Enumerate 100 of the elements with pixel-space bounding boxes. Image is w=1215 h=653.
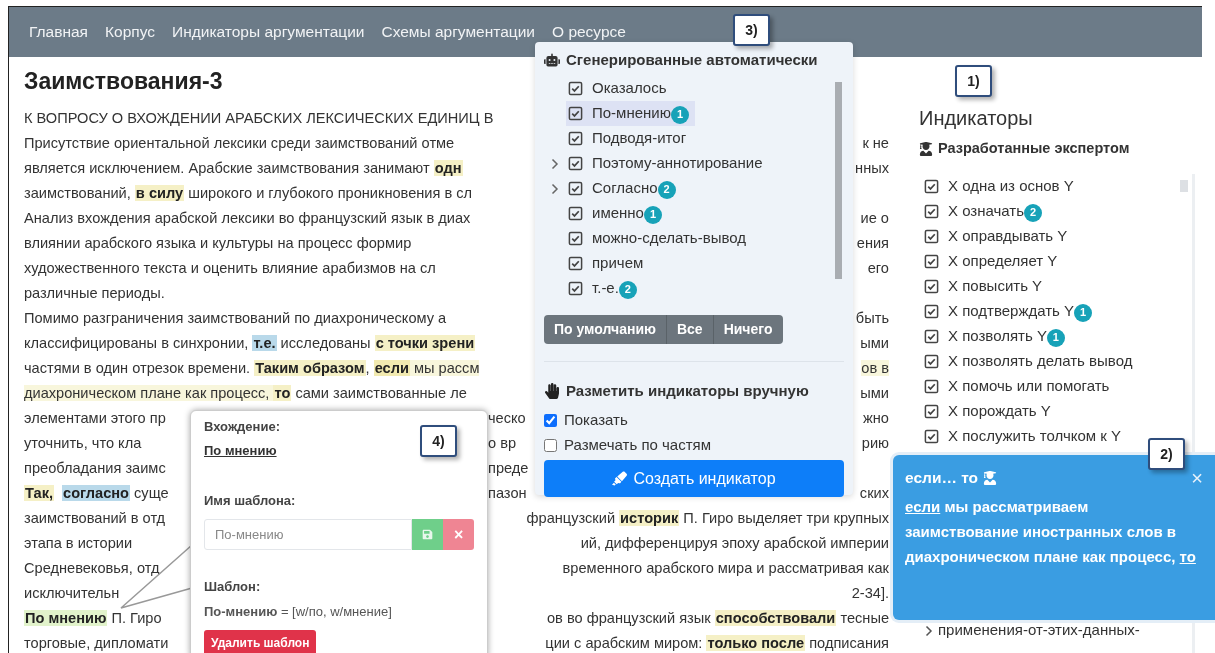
- popup-title: если… то: [905, 468, 979, 489]
- checked-checkbox-icon[interactable]: [568, 231, 583, 246]
- text-fragment: подписания: [808, 635, 889, 651]
- indicator-label[interactable]: Х позволять делать вывод: [948, 350, 1133, 373]
- indicator-label[interactable]: Х определяет Y: [948, 250, 1058, 273]
- template-text: По-мнению = [w/по, w/мнение]: [204, 603, 393, 620]
- highlighted-indicator[interactable]: то: [273, 385, 292, 401]
- indicator-option[interactable]: можно-сделать-вывод: [566, 226, 752, 251]
- highlighted-indicator[interactable]: т.е.: [252, 335, 277, 351]
- checked-checkbox-icon[interactable]: [924, 204, 939, 219]
- text-fragment: Присутствие ориентальной лексики среди заимствований отме: [24, 135, 455, 151]
- text-fragment: сами заимствованные ле: [294, 385, 467, 401]
- checked-checkbox-icon[interactable]: [568, 131, 583, 146]
- chevron-right-icon[interactable]: [925, 624, 933, 637]
- panel-heading: Сгенерированные автоматически: [566, 49, 818, 70]
- checked-checkbox-icon[interactable]: [924, 279, 939, 294]
- indicator-label[interactable]: Х порождать Y: [948, 400, 1051, 423]
- highlighted-indicator[interactable]: если: [373, 360, 410, 376]
- occurrence-link[interactable]: По мнению: [204, 441, 277, 459]
- text-fragment: К ВОПРОСУ О ВХОЖДЕНИИ АРАБСКИХ ЛЕКСИЧЕСКИХ ЕДИНИЦ В: [24, 110, 494, 126]
- text-fragment: быть: [855, 310, 889, 326]
- checkbox[interactable]: [544, 414, 557, 427]
- indicator-option[interactable]: именно 1: [566, 201, 668, 226]
- checked-checkbox-icon[interactable]: [568, 281, 583, 296]
- checked-checkbox-icon[interactable]: [924, 354, 939, 369]
- indicator-option[interactable]: По-мнению 1: [566, 101, 695, 126]
- indicator-label[interactable]: Х помочь или помогать: [948, 375, 1110, 398]
- text-fragment: ения: [856, 235, 889, 251]
- indicator-option[interactable]: т.-е. 2: [566, 276, 643, 301]
- hand-icon: [544, 383, 560, 399]
- checked-checkbox-icon[interactable]: [924, 379, 939, 394]
- indicator-option[interactable]: причем: [566, 251, 650, 276]
- filter-button[interactable]: По умолчанию: [544, 315, 666, 344]
- filter-button[interactable]: Ничего: [712, 315, 783, 344]
- checked-checkbox-icon[interactable]: [568, 156, 583, 171]
- highlighted-indicator[interactable]: с точки зрени: [374, 335, 476, 351]
- text-fragment: французский: [526, 510, 617, 526]
- indicator-label[interactable]: Х подтверждать Y: [948, 300, 1075, 323]
- option-label[interactable]: Показать: [564, 409, 628, 432]
- highlighted-indicator[interactable]: согласно: [62, 485, 130, 501]
- text-fragment: жно: [863, 410, 889, 426]
- text-fragment: П. Гиро: [110, 610, 162, 626]
- indicator-label[interactable]: Х повысить Y: [948, 275, 1043, 298]
- checkbox[interactable]: [544, 439, 557, 452]
- highlighted-indicator[interactable]: Так,: [24, 485, 55, 501]
- highlighted-indicator[interactable]: в силу: [134, 185, 185, 201]
- option-label[interactable]: Размечать по частям: [564, 434, 711, 457]
- text-fragment: широкого и глубокого проникновения в сл: [187, 185, 473, 201]
- nav-link[interactable]: Корпус: [105, 20, 155, 44]
- highlighted-indicator[interactable]: только после: [706, 635, 806, 651]
- text-fragment: ческо: [488, 410, 526, 426]
- checked-checkbox-icon[interactable]: [924, 329, 939, 344]
- text-fragment: П. Гиро выделяет три крупных: [682, 510, 889, 526]
- checked-checkbox-icon[interactable]: [568, 81, 583, 96]
- indicator-label[interactable]: Х одна из основ Y: [948, 175, 1074, 198]
- checked-checkbox-icon[interactable]: [924, 429, 939, 444]
- indicator-option[interactable]: Поэтому-аннотирование: [566, 151, 769, 176]
- delete-template-button[interactable]: Удалить шаблон: [204, 630, 317, 653]
- indicator-label[interactable]: Х позволять Y: [948, 325, 1047, 348]
- chevron-right-icon[interactable]: [551, 182, 559, 195]
- text-fragment: Средневековья, отд: [24, 560, 160, 576]
- indicator-label[interactable]: применения-от-этих-данных-: [938, 619, 1140, 642]
- indicator-option[interactable]: Оказалось: [566, 76, 673, 101]
- indicator-label[interactable]: Х оправдывать Y: [948, 225, 1068, 248]
- checked-checkbox-icon[interactable]: [924, 229, 939, 244]
- highlighted-indicator[interactable]: одн: [433, 160, 463, 176]
- graduate-icon: [983, 471, 998, 485]
- nav-link[interactable]: Схемы аргументации: [381, 20, 535, 44]
- indicator-label[interactable]: Х послужить толчком к Y: [948, 425, 1122, 448]
- checked-checkbox-icon[interactable]: [568, 206, 583, 221]
- filter-button[interactable]: Все: [665, 315, 713, 344]
- indicator-label[interactable]: Х означать: [948, 200, 1025, 223]
- checked-checkbox-icon[interactable]: [568, 106, 583, 121]
- highlighted-indicator[interactable]: историк: [619, 510, 680, 526]
- chevron-right-icon[interactable]: [551, 157, 559, 170]
- indicator-option[interactable]: Согласно 2: [566, 176, 682, 201]
- indicator-option[interactable]: Подводя-итог: [566, 126, 693, 151]
- checked-checkbox-icon[interactable]: [568, 256, 583, 271]
- text-fragment: является исключением. Арабские заимствования занимают: [24, 160, 431, 176]
- template-name-input[interactable]: По-мнению: [204, 519, 413, 550]
- highlighted-indicator[interactable]: По мнению: [24, 610, 108, 626]
- text-fragment: к не: [862, 135, 889, 151]
- highlighted-indicator[interactable]: Таким образом: [254, 360, 366, 376]
- checked-checkbox-icon[interactable]: [924, 304, 939, 319]
- text-fragment: временного арабского мира и рассматривая как: [562, 560, 889, 576]
- checked-checkbox-icon[interactable]: [924, 404, 939, 419]
- create-indicator-button[interactable]: Создать индикатор: [544, 460, 844, 497]
- nav-link[interactable]: Индикаторы аргументации: [172, 20, 365, 44]
- scrollbar-thumb[interactable]: [1180, 180, 1188, 192]
- checked-checkbox-icon[interactable]: [568, 181, 583, 196]
- highlighted-indicator[interactable]: способствовали: [714, 610, 837, 626]
- nav-link[interactable]: О ресурсе: [552, 20, 626, 44]
- checked-checkbox-icon[interactable]: [924, 254, 939, 269]
- nav-link[interactable]: Главная: [29, 20, 88, 44]
- checked-checkbox-icon[interactable]: [924, 179, 939, 194]
- count-badge: 2: [1024, 203, 1043, 222]
- text-fragment: суще: [133, 485, 169, 501]
- field-label: Вхождение:: [204, 418, 281, 435]
- scrollbar-thumb[interactable]: [835, 82, 842, 279]
- text-fragment: заимствований,: [24, 185, 132, 201]
